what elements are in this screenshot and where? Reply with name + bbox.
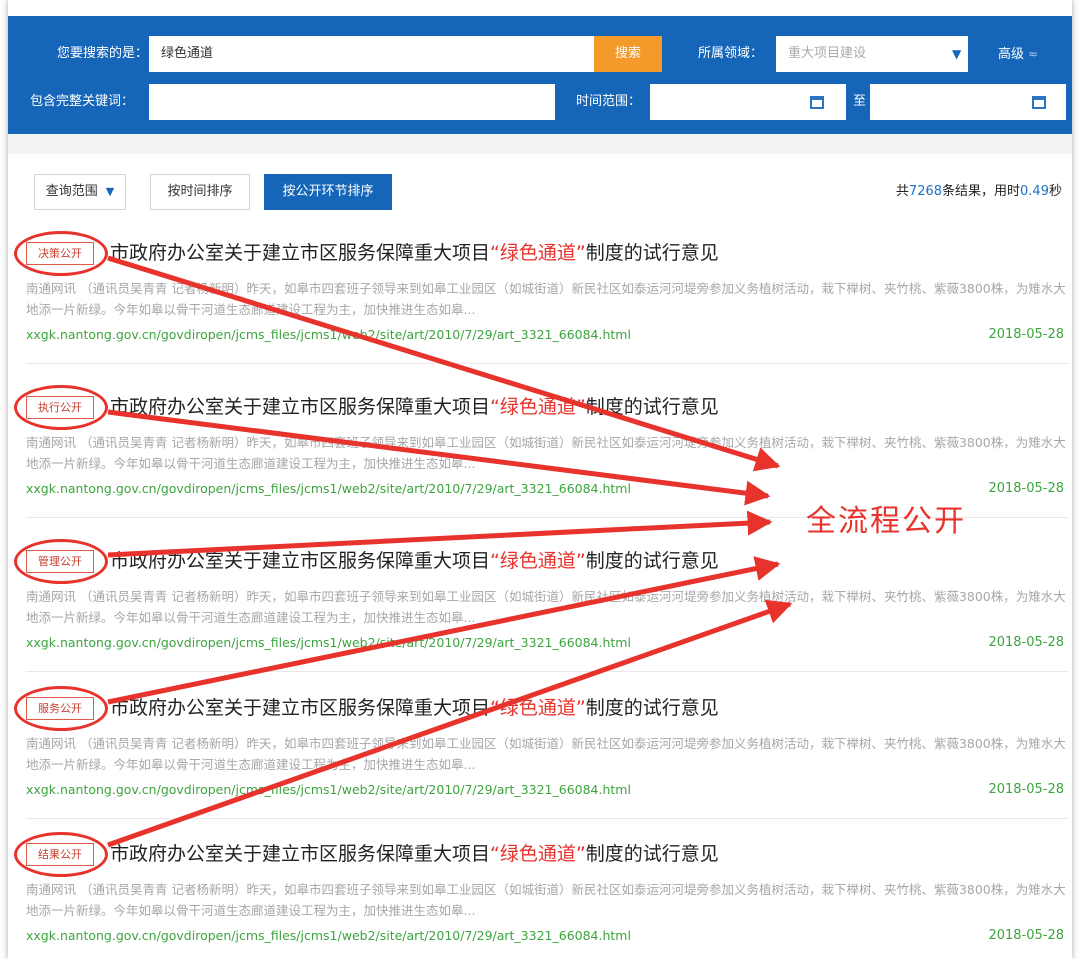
title-highlight: “绿色通道” <box>490 843 586 865</box>
result-item: 决策公开 市政府办公室关于建立市区服务保障重大项目“绿色通道”制度的试行意见 南… <box>8 231 1072 387</box>
title-highlight: “绿色通道” <box>490 242 586 264</box>
search-button[interactable]: 搜索 <box>594 36 662 72</box>
result-snippet: 南通网讯 （通讯员吴青青 记者杨新明）昨天，如皋市四套班子领导来到如皋工业园区（… <box>26 435 1066 471</box>
result-divider <box>26 363 1068 364</box>
title-text: 制度的试行意见 <box>585 242 719 264</box>
result-url[interactable]: xxgk.nantong.gov.cn/govdiropen/jcms_file… <box>26 325 631 345</box>
result-title-link[interactable]: 市政府办公室关于建立市区服务保障重大项目“绿色通道”制度的试行意见 <box>110 546 719 576</box>
exact-keyword-input[interactable] <box>149 84 555 120</box>
result-snippet: 南通网讯 （通讯员吴青青 记者杨新明）昨天，如皋市四套班子领导来到如皋工业园区（… <box>26 589 1066 625</box>
advanced-toggle[interactable]: 高级 ≈ <box>998 36 1038 73</box>
title-text: 市政府办公室关于建立市区服务保障重大项目 <box>110 550 491 572</box>
double-chevron-up-icon: ≈ <box>1028 47 1039 61</box>
result-date: 2018-05-28 <box>988 327 1064 342</box>
title-highlight: “绿色通道” <box>490 697 586 719</box>
chevron-down-icon[interactable]: ▼ <box>952 36 961 72</box>
calendar-icon[interactable] <box>810 96 824 109</box>
result-snippet: 南通网讯 （通讯员吴青青 记者杨新明）昨天，如皋市四套班子领导来到如皋工业园区（… <box>26 736 1066 772</box>
title-highlight: “绿色通道” <box>490 396 586 418</box>
title-highlight: “绿色通道” <box>490 550 586 572</box>
result-url[interactable]: xxgk.nantong.gov.cn/govdiropen/jcms_file… <box>26 479 631 499</box>
query-scope-label: 查询范围 <box>45 184 98 199</box>
result-divider <box>26 671 1068 672</box>
count-prefix: 共 <box>895 184 909 199</box>
result-date: 2018-05-28 <box>988 928 1064 943</box>
result-snippet: 南通网讯 （通讯员吴青青 记者杨新明）昨天，如皋市四套班子领导来到如皋工业园区（… <box>26 281 1066 317</box>
domain-select[interactable]: 重大项目建设 <box>776 36 968 72</box>
title-text: 市政府办公室关于建立市区服务保障重大项目 <box>110 697 491 719</box>
result-item: 服务公开 市政府办公室关于建立市区服务保障重大项目“绿色通道”制度的试行意见 南… <box>8 686 1072 842</box>
result-title-link[interactable]: 市政府办公室关于建立市区服务保障重大项目“绿色通道”制度的试行意见 <box>110 693 719 723</box>
result-title-link[interactable]: 市政府办公室关于建立市区服务保障重大项目“绿色通道”制度的试行意见 <box>110 238 719 268</box>
result-count: 共7268条结果，用时0.49秒 <box>896 174 1062 210</box>
keyword-label: 您要搜索的是： <box>56 46 148 61</box>
highlight-circle <box>14 231 108 276</box>
page-frame: 您要搜索的是： 绿色通道 搜索 所属领域： 重大项目建设 ▼ 高级 ≈ 包含完整关… <box>8 0 1072 959</box>
result-item: 管理公开 市政府办公室关于建立市区服务保障重大项目“绿色通道”制度的试行意见 南… <box>8 539 1072 695</box>
sort-by-time-button[interactable]: 按时间排序 <box>150 174 250 210</box>
count-mid: 条结果，用时 <box>942 184 1021 199</box>
domain-label: 所属领域： <box>698 46 764 61</box>
sort-by-stage-button[interactable]: 按公开环节排序 <box>264 174 392 210</box>
result-date: 2018-05-28 <box>988 782 1064 797</box>
title-text: 市政府办公室关于建立市区服务保障重大项目 <box>110 396 491 418</box>
title-text: 制度的试行意见 <box>585 550 719 572</box>
highlight-circle <box>14 539 108 584</box>
result-title-link[interactable]: 市政府办公室关于建立市区服务保障重大项目“绿色通道”制度的试行意见 <box>110 839 719 869</box>
calendar-icon[interactable] <box>1032 96 1046 109</box>
result-date: 2018-05-28 <box>988 635 1064 650</box>
title-text: 制度的试行意见 <box>585 843 719 865</box>
elapsed-time: 0.49 <box>1020 184 1049 199</box>
result-item: 结果公开 市政府办公室关于建立市区服务保障重大项目“绿色通道”制度的试行意见 南… <box>8 832 1072 959</box>
result-date: 2018-05-28 <box>988 481 1064 496</box>
result-url[interactable]: xxgk.nantong.gov.cn/govdiropen/jcms_file… <box>26 633 631 653</box>
search-panel: 您要搜索的是： 绿色通道 搜索 所属领域： 重大项目建设 ▼ 高级 ≈ 包含完整关… <box>8 0 1072 134</box>
highlight-circle <box>14 832 108 877</box>
title-text: 制度的试行意见 <box>585 396 719 418</box>
result-url[interactable]: xxgk.nantong.gov.cn/govdiropen/jcms_file… <box>26 780 631 800</box>
chevron-down-icon: ▼ <box>105 185 115 198</box>
query-scope-dropdown[interactable]: 查询范围 ▼ <box>34 174 126 210</box>
result-url[interactable]: xxgk.nantong.gov.cn/govdiropen/jcms_file… <box>26 926 631 946</box>
title-text: 市政府办公室关于建立市区服务保障重大项目 <box>110 242 491 264</box>
result-divider <box>26 818 1068 819</box>
keyword-input[interactable]: 绿色通道 <box>149 36 595 72</box>
time-suffix: 秒 <box>1048 184 1062 199</box>
result-title-link[interactable]: 市政府办公室关于建立市区服务保障重大项目“绿色通道”制度的试行意见 <box>110 392 719 422</box>
highlight-circle <box>14 686 108 731</box>
count-number: 7268 <box>908 184 943 199</box>
divider-strip <box>8 134 1072 154</box>
result-snippet: 南通网讯 （通讯员吴青青 记者杨新明）昨天，如皋市四套班子领导来到如皋工业园区（… <box>26 882 1066 918</box>
exact-keyword-label: 包含完整关键词： <box>30 94 135 109</box>
advanced-label: 高级 <box>998 47 1025 62</box>
title-text: 制度的试行意见 <box>585 697 719 719</box>
highlight-circle <box>14 385 108 430</box>
time-range-label: 时间范围： <box>576 94 642 109</box>
date-to-label: 至 <box>853 94 867 109</box>
title-text: 市政府办公室关于建立市区服务保障重大项目 <box>110 843 491 865</box>
annotation-text: 全流程公开 <box>806 504 966 539</box>
